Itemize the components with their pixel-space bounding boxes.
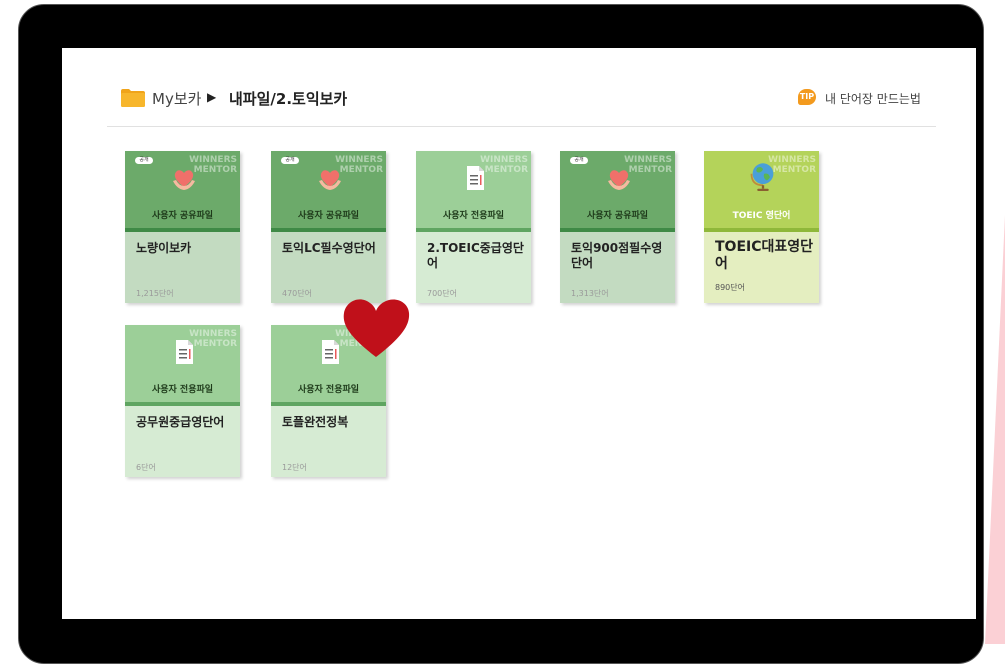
card-title: 2.TOEIC중급영단어 <box>427 241 524 270</box>
card-category: 사용자 공유파일 <box>297 211 360 221</box>
card-title: TOEIC대표영단어 <box>715 239 814 272</box>
tip-link[interactable]: 내 단어장 만드는법 <box>825 90 921 107</box>
laptop-frame: My보카 ▶ 내파일/2.토익보카 TIP 내 단어장 만드는법 공개 WINN… <box>18 4 984 664</box>
heart-hands-icon <box>608 170 630 190</box>
card-category: 사용자 전용파일 <box>442 211 505 221</box>
vocab-card[interactable]: 공개 WINNERS MENTOR 사용자 공유파일 토익900점필수영단어 1,… <box>560 151 675 303</box>
heart-hands-icon <box>319 170 341 190</box>
card-title: 공무원중급영단어 <box>136 415 225 429</box>
card-title: 토플완전정복 <box>282 415 349 429</box>
vocab-card[interactable]: WINNERS MENTOR TOEIC 영단어 TOEIC대표영단어 890단어 <box>704 151 819 303</box>
card-title: 노량이보카 <box>136 241 192 255</box>
breadcrumb-path: 내파일/2.토익보카 <box>229 90 348 108</box>
document-icon <box>467 166 484 190</box>
screen: My보카 ▶ 내파일/2.토익보카 TIP 내 단어장 만드는법 공개 WINN… <box>62 48 976 619</box>
folder-icon <box>121 89 145 107</box>
heart-hands-icon <box>173 170 195 190</box>
card-category: 사용자 공유파일 <box>586 211 649 221</box>
word-count: 12단어 <box>282 463 307 472</box>
word-count: 470단어 <box>282 289 312 298</box>
heart-icon <box>343 299 410 357</box>
word-count: 890단어 <box>715 283 745 292</box>
word-count: 700단어 <box>427 289 457 298</box>
public-badge: 공개 <box>570 157 588 164</box>
vocab-card[interactable]: WINNERS MENTOR 사용자 전용파일 공무원중급영단어 6단어 <box>125 325 240 477</box>
word-count: 1,313단어 <box>571 289 609 298</box>
card-category: 사용자 전용파일 <box>151 385 214 395</box>
tip-icon[interactable]: TIP <box>798 89 816 105</box>
globe-icon <box>750 163 774 191</box>
card-category: 사용자 공유파일 <box>151 211 214 221</box>
pink-decoration <box>985 215 1005 644</box>
card-title: 토익LC필수영단어 <box>282 241 376 255</box>
public-badge: 공개 <box>281 157 299 164</box>
card-category: TOEIC 영단어 <box>732 211 791 221</box>
card-category: 사용자 전용파일 <box>297 385 360 395</box>
card-title: 토익900점필수영단어 <box>571 241 663 270</box>
top-bar: My보카 ▶ 내파일/2.토익보카 TIP 내 단어장 만드는법 <box>107 78 936 127</box>
word-count: 1,215단어 <box>136 289 174 298</box>
breadcrumb-root[interactable]: My보카 <box>152 88 201 109</box>
vocab-card[interactable]: 공개 WINNERS MENTOR 사용자 공유파일 노량이보카 1,215단어 <box>125 151 240 303</box>
document-icon <box>176 340 193 364</box>
breadcrumb-arrow-icon: ▶ <box>207 90 217 104</box>
public-badge: 공개 <box>135 157 153 164</box>
word-count: 6단어 <box>136 463 156 472</box>
vocab-card[interactable]: WINNERS MENTOR 사용자 전용파일 2.TOEIC중급영단어 700단… <box>416 151 531 303</box>
vocab-card[interactable]: 공개 WINNERS MENTOR 사용자 공유파일 토익LC필수영단어 470단… <box>271 151 386 303</box>
